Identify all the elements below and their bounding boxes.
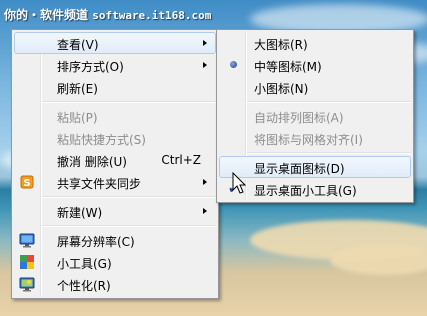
menu-item-label: 小工具(G) [57,257,112,271]
menu-item-personalize[interactable]: 个性化(R) [14,273,216,295]
submenu-arrow-icon [203,62,207,68]
menu-item-view[interactable]: 查看(V) [14,32,216,54]
site-watermark: 你的・软件频道 software.it168.com [4,6,211,23]
menu-item-label: 中等图标(M) [254,60,322,74]
menu-item-label: 小图标(N) [254,82,309,96]
submenu-arrow-icon [203,179,207,185]
submenu-arrow-icon [203,40,207,46]
menu-item-label: 个性化(R) [57,279,111,293]
personalize-icon [19,277,35,292]
menu-separator [247,101,411,103]
watermark-prefix: 你的・软件频道 [4,8,89,22]
menu-item-label: 粘贴快捷方式(S) [57,133,146,147]
menu-item-label: 撤消 删除(U) [57,155,127,169]
menu-item-sort-by[interactable]: 排序方式(O) [14,54,216,76]
submenu-item-medium-icons[interactable]: 中等图标(M) [219,54,411,76]
submenu-item-auto-arrange: 自动排列图标(A) [219,105,411,127]
menu-item-label: 自动排列图标(A) [254,111,344,125]
sync-folder-icon: S [20,175,34,189]
menu-item-label: 共享文件夹同步 [57,177,142,191]
menu-item-label: 将图标与网格对齐(I) [254,133,363,147]
shortcut-label: Ctrl+Z [161,153,201,167]
desktop-context-menu: 查看(V) 排序方式(O) 刷新(E) 粘贴(P) 粘贴快捷方式(S) 撤消 删… [11,29,219,299]
menu-separator [42,196,216,198]
menu-separator [247,152,411,154]
gadgets-icon [20,255,34,269]
menu-item-screen-resolution[interactable]: 屏幕分辨率(C) [14,229,216,251]
monitor-icon [19,233,35,248]
submenu-item-small-icons[interactable]: 小图标(N) [219,76,411,98]
radio-selected-icon [230,61,237,68]
menu-item-label: 查看(V) [57,38,99,52]
menu-item-refresh[interactable]: 刷新(E) [14,76,216,98]
watermark-site: software.it168.com [92,9,212,22]
menu-item-label: 大图标(R) [254,38,308,52]
menu-item-label: 屏幕分辨率(C) [57,235,135,249]
menu-item-paste: 粘贴(P) [14,105,216,127]
menu-item-new[interactable]: 新建(W) [14,200,216,222]
menu-item-undo-delete[interactable]: 撤消 删除(U) Ctrl+Z [14,149,216,171]
svg-text:S: S [23,178,30,189]
menu-item-label: 排序方式(O) [57,60,124,74]
menu-item-gadgets[interactable]: 小工具(G) [14,251,216,273]
submenu-item-large-icons[interactable]: 大图标(R) [219,32,411,54]
menu-separator [42,225,216,227]
menu-item-label: 显示桌面小工具(G) [254,184,357,198]
menu-separator [42,101,216,103]
menu-item-label: 刷新(E) [57,82,98,96]
menu-item-label: 粘贴(P) [57,111,98,125]
menu-item-paste-shortcut: 粘贴快捷方式(S) [14,127,216,149]
menu-item-sync-shared-folder[interactable]: S 共享文件夹同步 [14,171,216,193]
menu-item-label: 显示桌面图标(D) [254,162,345,176]
submenu-arrow-icon [203,208,207,214]
menu-item-label: 新建(W) [57,206,103,220]
mouse-pointer-icon [232,172,247,194]
submenu-item-align-to-grid: 将图标与网格对齐(I) [219,127,411,149]
